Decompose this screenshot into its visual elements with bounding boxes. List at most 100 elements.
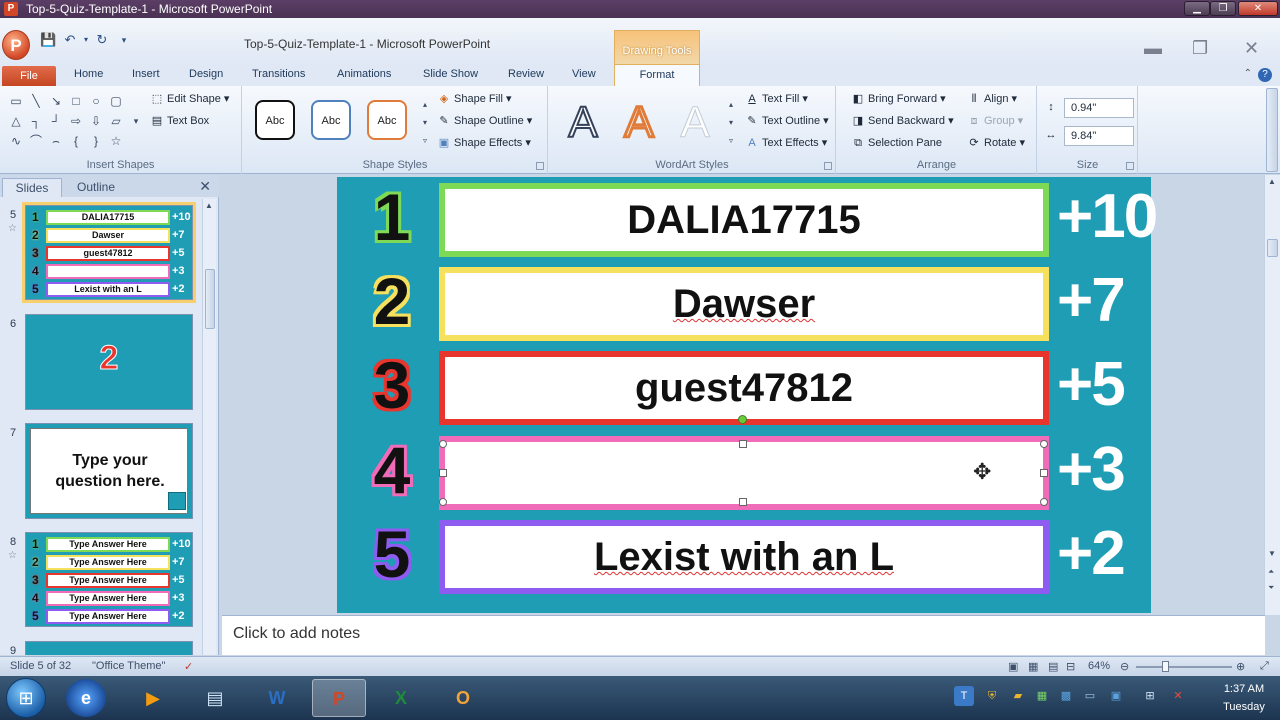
shape-flowchart-icon[interactable]: ▱ (108, 114, 124, 128)
volume-muted-icon[interactable]: ✕ (1168, 686, 1188, 706)
tab-slide-show[interactable]: Slide Show (423, 68, 478, 86)
slide-sorter-icon[interactable]: ▦ (1028, 660, 1038, 673)
next-slide-icon[interactable]: ⏷ (1268, 583, 1274, 593)
edit-shape-button[interactable]: ⬚ Edit Shape ▾ (150, 92, 230, 106)
start-button[interactable]: ⊞ (6, 678, 46, 718)
tab-animations[interactable]: Animations (337, 68, 391, 86)
excel-icon[interactable]: X (374, 679, 428, 717)
shape-styles-down-icon[interactable]: ▾ (417, 116, 433, 130)
resize-handle-n[interactable] (739, 440, 747, 448)
scroll-down-icon[interactable]: ▼ (1268, 549, 1276, 558)
shape-line-icon[interactable]: ▭ (8, 94, 24, 108)
tab-transitions[interactable]: Transitions (252, 68, 305, 86)
shapes-more-icon[interactable]: ▾ (128, 114, 144, 128)
tray-folder-icon[interactable]: ▰ (1008, 686, 1028, 706)
wordart-up-icon[interactable]: ▴ (723, 98, 739, 112)
notes-pane[interactable]: Click to add notes (222, 615, 1265, 655)
powerpoint-app-icon[interactable]: P (4, 2, 18, 16)
slides-panel-scroll-thumb[interactable] (205, 269, 215, 329)
word-icon[interactable]: W (250, 679, 304, 717)
powerpoint-taskbar-icon[interactable]: P (312, 679, 366, 717)
tab-file[interactable]: File (2, 66, 56, 86)
group-button[interactable]: ⧈ Group ▾ (967, 114, 1024, 128)
align-button[interactable]: ⫴ Align ▾ (967, 92, 1017, 106)
undo-icon[interactable]: ↶ (62, 32, 78, 48)
shape-styles-more-icon[interactable]: ▿ (417, 134, 433, 148)
size-launcher-icon[interactable] (1126, 162, 1134, 170)
customize-qat-icon[interactable]: ▾ (116, 32, 132, 48)
shape-height-input[interactable]: 0.94" (1064, 98, 1134, 118)
shape-down-arrow-icon[interactable]: ⇩ (88, 114, 104, 128)
spelling-check-icon[interactable]: ✓ (184, 660, 193, 673)
answer-box-2[interactable]: Dawser (439, 267, 1049, 341)
slides-panel-scrollbar[interactable]: ▲ (202, 199, 216, 655)
resize-handle-e[interactable] (1040, 469, 1048, 477)
shape-line-diagonal-icon[interactable]: ╲ (28, 94, 44, 108)
previous-slide-icon[interactable]: ⏶ (1268, 567, 1274, 577)
tab-format[interactable]: Format (614, 64, 700, 86)
security-shield-icon[interactable]: ⛨ (982, 686, 1002, 706)
shape-oval-icon[interactable]: ○ (88, 94, 104, 108)
zoom-in-icon[interactable]: ⊕ (1236, 660, 1245, 673)
outlook-icon[interactable]: O (436, 679, 490, 717)
scroll-up-icon[interactable]: ▲ (1268, 177, 1276, 186)
close-panel-icon[interactable]: ✕ (199, 178, 211, 195)
answer-box-1[interactable]: DALIA17715 (439, 183, 1049, 257)
normal-view-icon[interactable]: ▣ (1008, 660, 1018, 673)
shape-triangle-icon[interactable]: △ (8, 114, 24, 128)
shape-width-input[interactable]: 9.84" (1064, 126, 1134, 146)
save-icon[interactable]: 💾 (40, 32, 56, 48)
shape-arc-icon[interactable]: ⌒ (28, 134, 44, 148)
undo-dropdown-icon[interactable]: ▾ (78, 32, 94, 48)
text-fill-button[interactable]: A Text Fill ▾ (745, 92, 808, 106)
rotation-handle[interactable] (738, 415, 747, 424)
rotate-button[interactable]: ⟳ Rotate ▾ (967, 136, 1025, 150)
scroll-up-icon[interactable]: ▲ (205, 201, 213, 210)
restore-window-icon[interactable]: ❐ (1192, 38, 1208, 59)
shape-effects-button[interactable]: ▣ Shape Effects ▾ (437, 136, 531, 150)
zoom-slider[interactable] (1136, 666, 1232, 668)
slide-vertical-scrollbar[interactable]: ▲ ▼ ⏶ ⏷ (1264, 175, 1280, 615)
ie-icon[interactable]: e (66, 679, 106, 717)
selection-pane-button[interactable]: ⧉ Selection Pane (851, 136, 942, 150)
tab-home[interactable]: Home (74, 68, 103, 86)
shape-curve-icon[interactable]: ⌢ (48, 134, 64, 148)
tab-outline[interactable]: Outline (66, 178, 126, 197)
answer-box-5[interactable]: Lexist with an L (439, 520, 1049, 594)
wordart-down-icon[interactable]: ▾ (723, 116, 739, 130)
redo-icon[interactable]: ↻ (94, 32, 110, 48)
tray-monitor-icon[interactable]: ▭ (1080, 686, 1100, 706)
text-outline-button[interactable]: ✎ Text Outline ▾ (745, 114, 828, 128)
shape-rounded-rect-icon[interactable]: ▢ (108, 94, 124, 108)
wordart-styles-launcher-icon[interactable] (824, 162, 832, 170)
tray-app-icon[interactable]: T (954, 686, 974, 706)
shape-freeform-icon[interactable]: ∿ (8, 134, 24, 148)
wordart-style-outline-dark[interactable]: A (561, 97, 605, 148)
shape-fill-button[interactable]: ◈ Shape Fill ▾ (437, 92, 512, 106)
fit-slide-icon[interactable]: ⤢ (1260, 660, 1269, 673)
help-icon[interactable]: ? (1258, 68, 1272, 82)
tab-design[interactable]: Design (189, 68, 223, 86)
resize-handle-s[interactable] (739, 498, 747, 506)
slide-thumbnail-8[interactable]: 1 Type Answer Here +10 2 Type Answer Her… (25, 532, 193, 627)
ribbon-scroll-thumb[interactable] (1266, 88, 1278, 172)
close-button[interactable]: ✕ (1238, 1, 1278, 16)
tab-view[interactable]: View (572, 68, 596, 86)
close-document-icon[interactable]: ✕ (1244, 38, 1259, 59)
slide-thumbnail-5[interactable]: 1 DALIA17715 +10 2 Dawser +7 3 guest4781… (22, 202, 196, 303)
system-clock[interactable]: 1:37 AM Tuesday (1214, 680, 1274, 716)
slide-thumbnail-7[interactable]: Type your question here. (25, 423, 193, 519)
tab-review[interactable]: Review (508, 68, 544, 86)
tab-slides[interactable]: Slides (2, 178, 62, 197)
shape-rectangle-icon[interactable]: □ (68, 94, 84, 108)
tray-chart-icon[interactable]: ▦ (1032, 686, 1052, 706)
shape-styles-up-icon[interactable]: ▴ (417, 98, 433, 112)
slide-thumbnail-9[interactable] (25, 641, 193, 655)
reading-view-icon[interactable]: ▤ (1048, 660, 1058, 673)
bring-forward-button[interactable]: ◧ Bring Forward ▾ (851, 92, 946, 106)
zoom-level[interactable]: 64% (1088, 660, 1110, 672)
slide-thumbnail-6[interactable]: 2 (25, 314, 193, 410)
resize-handle-ne[interactable] (1040, 440, 1048, 448)
powerpoint-logo-button[interactable]: P (2, 30, 30, 60)
shape-brace-right-icon[interactable]: } (88, 134, 104, 148)
